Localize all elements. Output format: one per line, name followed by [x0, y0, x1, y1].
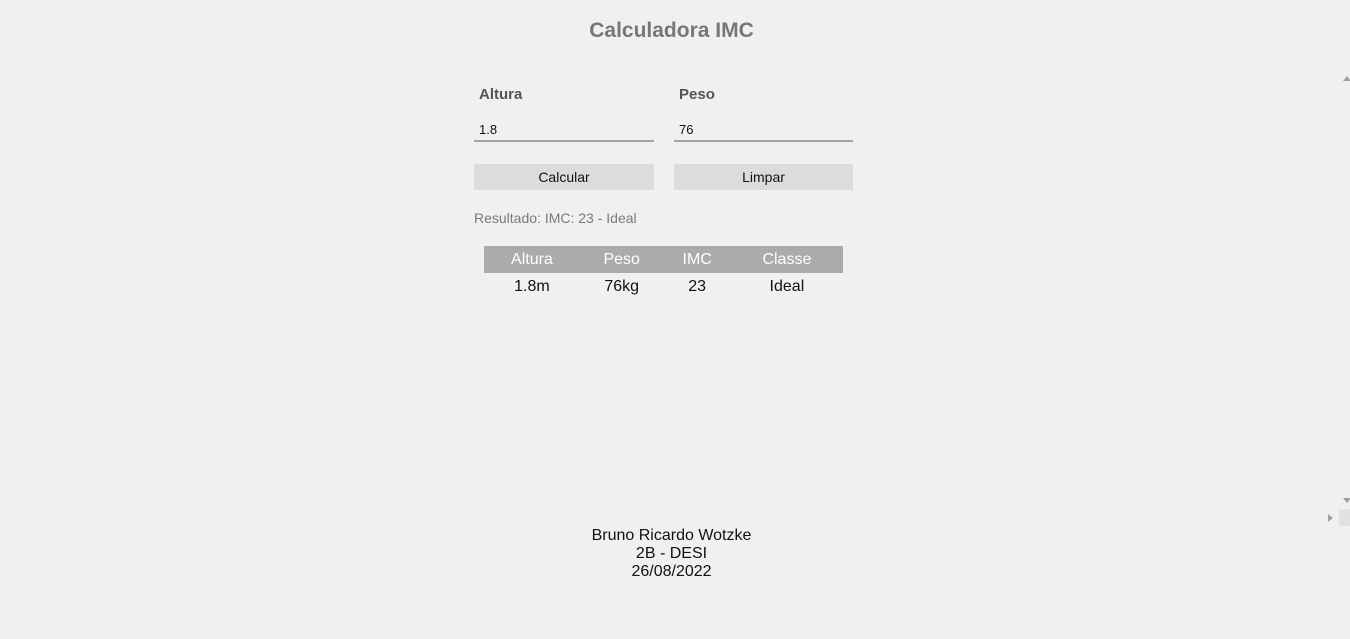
table-cell-peso: 76kg — [604, 278, 640, 295]
peso-input[interactable] — [674, 118, 853, 142]
footer-author: Bruno Ricardo Wotzke — [591, 527, 752, 544]
table-header-imc: IMC — [663, 246, 731, 273]
altura-label: Altura — [479, 86, 523, 103]
table-cell-altura: 1.8m — [514, 278, 550, 295]
table-header-altura: Altura — [484, 246, 580, 273]
table-cell-classe: Ideal — [769, 278, 805, 295]
footer-class: 2B - DESI — [635, 545, 708, 562]
footer-date: 26/08/2022 — [631, 563, 712, 580]
altura-input[interactable] — [474, 118, 654, 142]
scrollbar-corner — [1339, 509, 1350, 526]
result-table: Altura Peso IMC Classe 1.8m 76kg 23 Idea… — [484, 246, 843, 301]
table-row: 1.8m 76kg 23 Ideal — [484, 273, 843, 301]
table-header-row: Altura Peso IMC Classe — [484, 246, 843, 273]
footer: Bruno Ricardo Wotzke 2B - DESI 26/08/202… — [0, 513, 1343, 639]
table-cell-imc: 23 — [688, 278, 707, 295]
result-text: Resultado: IMC: 23 - Ideal — [474, 210, 637, 226]
calcular-button[interactable]: Calcular — [474, 164, 654, 190]
scroll-right-arrow-icon[interactable] — [1328, 514, 1333, 522]
scroll-up-arrow-icon[interactable] — [1343, 76, 1350, 81]
limpar-button[interactable]: Limpar — [674, 164, 853, 190]
page-title: Calculadora IMC — [589, 19, 754, 42]
table-header-classe: Classe — [730, 246, 843, 273]
table-header-peso: Peso — [579, 246, 664, 273]
peso-label: Peso — [679, 86, 715, 103]
scroll-down-arrow-icon[interactable] — [1343, 498, 1350, 503]
